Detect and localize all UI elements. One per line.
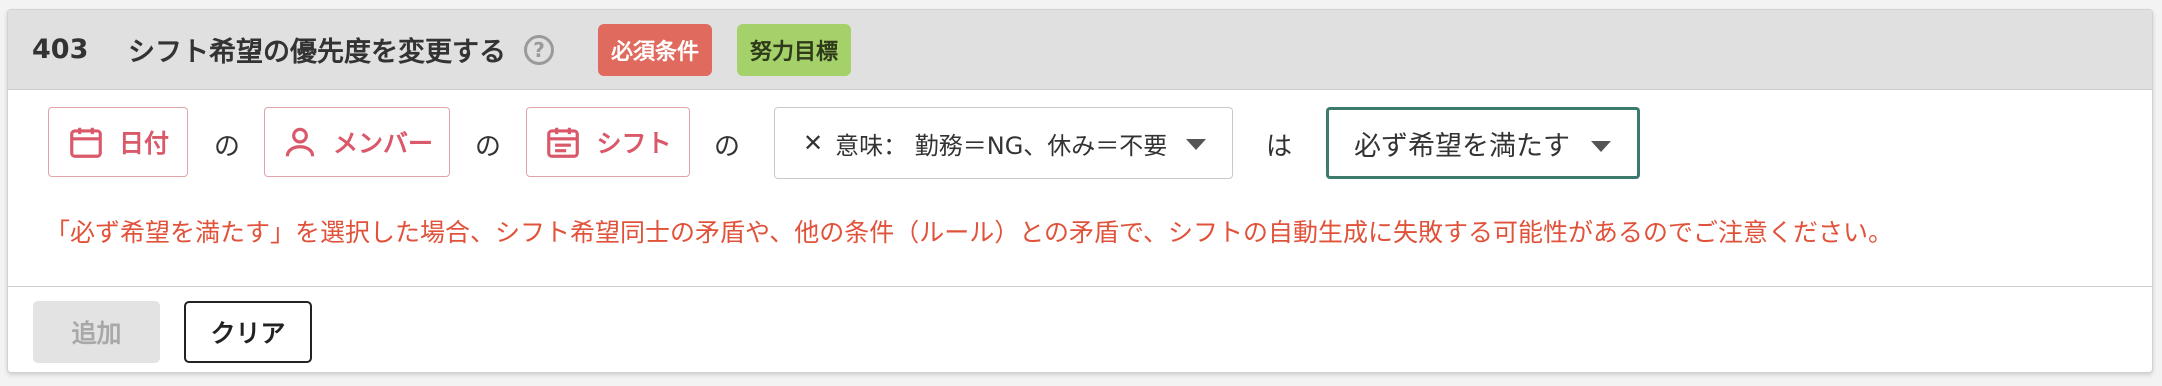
connector-no-3: の: [714, 132, 741, 162]
warning-message: 「必ず希望を満たす」を選択した場合、シフト希望同士の矛盾や、他の条件（ルール）と…: [45, 218, 1894, 247]
add-button[interactable]: 追加: [33, 301, 160, 363]
rule-header: 403 シフト希望の優先度を変更する ? 必須条件 努力目標: [8, 10, 2152, 90]
date-chip[interactable]: 日付: [48, 107, 188, 177]
meaning-select[interactable]: ✕ 意味： 勤務＝NG、休み＝不要: [774, 107, 1233, 179]
connector-no-2: の: [475, 132, 502, 162]
calendar-icon: [70, 127, 102, 158]
shift-chip[interactable]: シフト: [526, 107, 690, 177]
member-chip-label: メンバー: [332, 129, 433, 158]
person-icon: [285, 127, 315, 157]
clear-x-icon[interactable]: ✕: [803, 129, 823, 157]
shift-chip-label: シフト: [596, 129, 672, 158]
calendar-list-icon: [547, 127, 580, 158]
clear-button[interactable]: クリア: [184, 301, 312, 363]
rule-number: 403: [32, 34, 89, 65]
chevron-down-icon: [1591, 141, 1611, 152]
effort-tag[interactable]: 努力目標: [737, 23, 852, 76]
required-tag[interactable]: 必須条件: [598, 23, 713, 76]
date-chip-label: 日付: [118, 129, 169, 158]
rule-card: 403 シフト希望の優先度を変更する ? 必須条件 努力目標: [7, 9, 2153, 373]
priority-select-value: 必ず希望を満たす: [1354, 130, 1570, 162]
rule-title: シフト希望の優先度を変更する: [128, 37, 506, 68]
member-chip[interactable]: メンバー: [264, 107, 450, 177]
divider: [8, 286, 2152, 287]
question-circle-icon[interactable]: ?: [524, 34, 554, 65]
connector-no-1: の: [214, 132, 241, 162]
chevron-down-icon: [1186, 139, 1206, 150]
priority-select[interactable]: 必ず希望を満たす: [1326, 107, 1640, 179]
meaning-select-value: 意味： 勤務＝NG、休み＝不要: [835, 131, 1168, 160]
connector-wa: は: [1266, 132, 1293, 162]
